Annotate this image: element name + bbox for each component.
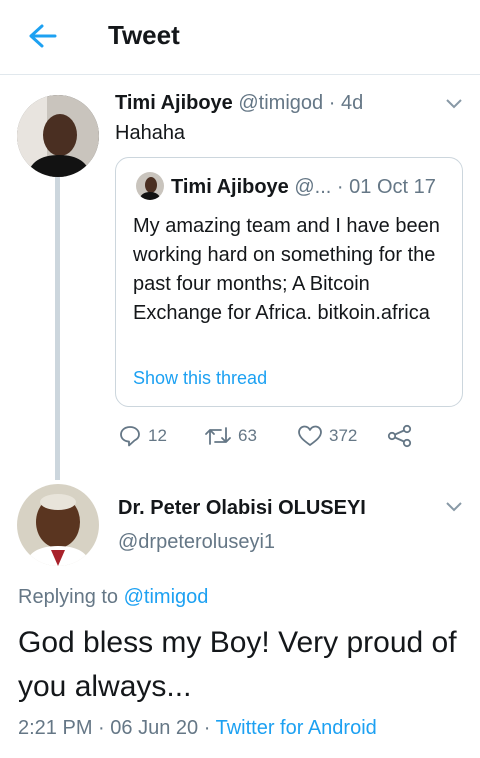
reply-meta: 2:21 PM · 06 Jun 20 · Twitter for Androi… — [18, 717, 377, 740]
quoted-tweet-text: My amazing team and I have been working … — [133, 215, 440, 324]
reply-text: God bless my Boy! Very proud of you alwa… — [18, 626, 457, 703]
reply-count: 12 — [148, 426, 167, 445]
quoted-avatar — [136, 172, 164, 200]
show-thread-link[interactable]: Show this thread — [133, 368, 267, 389]
replying-to-label: Replying to — [18, 586, 119, 608]
share-icon[interactable] — [387, 424, 413, 453]
reply-avatar[interactable] — [17, 484, 99, 566]
chevron-down-icon[interactable] — [444, 500, 464, 514]
top-bar: Tweet — [0, 0, 480, 75]
retweet-icon — [205, 427, 231, 445]
retweet-count: 63 — [238, 426, 257, 445]
replying-to: Replying to @timigod — [18, 586, 208, 609]
quoted-date: 01 Oct 17 — [349, 176, 436, 198]
reply-author-handle[interactable]: @drpeteroluseyi1 — [118, 531, 275, 554]
reply-time: 2:21 PM — [18, 717, 93, 739]
quoted-author-handle: @... — [294, 176, 332, 198]
separator-dot: · — [336, 176, 344, 198]
reply-date: 06 Jun 20 — [110, 717, 199, 739]
reply-icon — [120, 426, 140, 447]
author-name[interactable]: Timi Ajiboye — [115, 92, 233, 114]
quoted-author-name: Timi Ajiboye — [171, 176, 289, 198]
separator-dot: · — [328, 92, 336, 114]
separator-dot: · — [203, 717, 211, 739]
back-arrow-icon[interactable] — [26, 22, 58, 50]
separator-dot: · — [98, 717, 105, 739]
page-title: Tweet — [108, 20, 180, 50]
thread-connector-line — [55, 177, 60, 480]
reply-author-name[interactable]: Dr. Peter Olabisi OLUSEYI — [118, 497, 366, 520]
quoted-header: Timi Ajiboye @... · 01 Oct 17 — [171, 176, 436, 199]
tweet-time: 4d — [340, 92, 364, 114]
avatar[interactable] — [17, 95, 99, 177]
like-count: 372 — [329, 426, 358, 445]
author-handle[interactable]: @timigod — [238, 92, 323, 114]
replying-to-handle[interactable]: @timigod — [124, 586, 209, 608]
like-button[interactable]: 372 — [297, 424, 357, 448]
like-icon — [298, 425, 322, 446]
retweet-button[interactable]: 63 — [204, 424, 257, 448]
reply-button[interactable]: 12 — [118, 424, 167, 448]
tweet-text: Hahaha — [115, 122, 186, 144]
tweet-header: Timi Ajiboye @timigod · 4d — [115, 92, 363, 115]
chevron-down-icon[interactable] — [444, 97, 464, 111]
avatar-photo — [17, 95, 99, 177]
source-link[interactable]: Twitter for Android — [216, 717, 377, 739]
